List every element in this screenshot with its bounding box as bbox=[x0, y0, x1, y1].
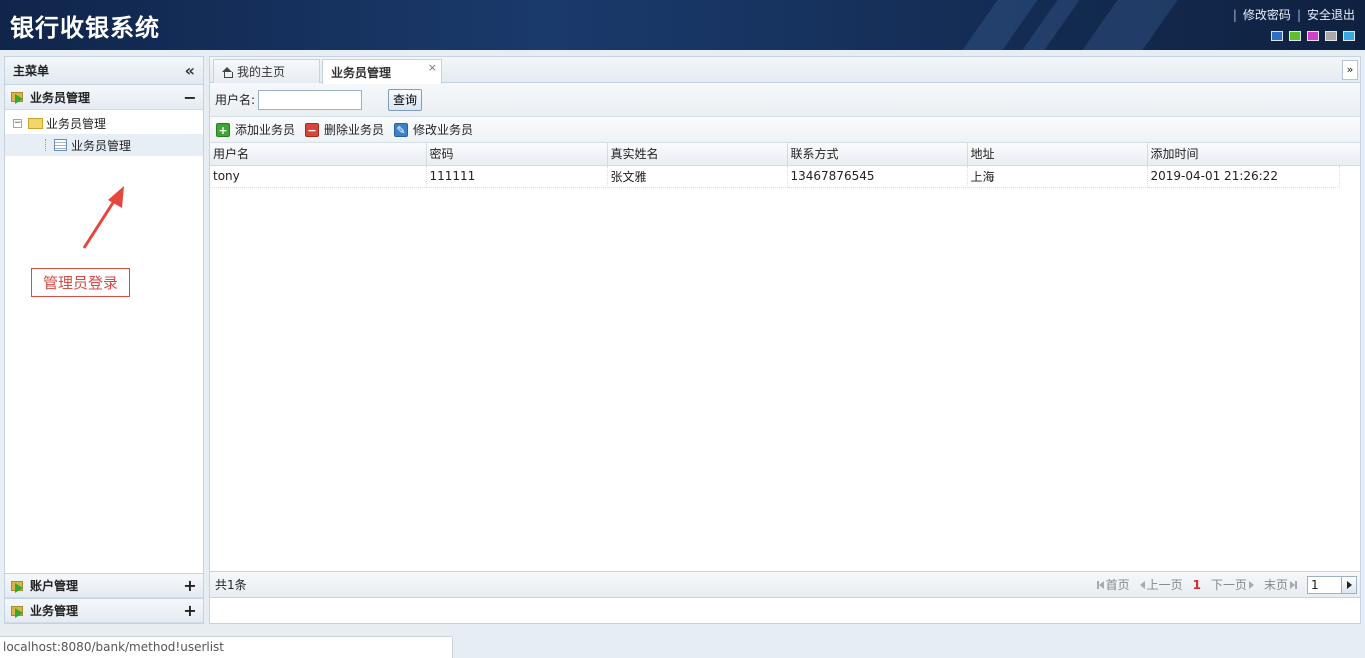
tree-folder-label: 业务员管理 bbox=[46, 116, 107, 131]
table-row[interactable]: tony 111111 张文雅 13467876545 上海 2019-04-0… bbox=[210, 165, 1340, 188]
expand-section-icon[interactable]: + bbox=[183, 601, 197, 620]
prev-page-button[interactable]: 上一页 bbox=[1139, 576, 1183, 593]
cell-added-time: 2019-04-01 21:26:22 bbox=[1147, 165, 1340, 188]
first-page-label: 首页 bbox=[1105, 578, 1130, 592]
next-page-button[interactable]: 下一页 bbox=[1211, 576, 1254, 593]
theme-switcher bbox=[1271, 31, 1355, 41]
menu-tree: − 业务员管理 业务员管理 bbox=[5, 110, 203, 156]
collapse-sidebar-icon[interactable]: « bbox=[185, 61, 195, 80]
app-title: 银行收银系统 bbox=[10, 14, 160, 42]
page-input-value: 1 bbox=[1311, 577, 1319, 592]
tree-item-salesman-management[interactable]: 业务员管理 bbox=[5, 134, 203, 156]
folder-icon bbox=[28, 117, 43, 129]
table-icon bbox=[54, 139, 67, 151]
username-search-input[interactable] bbox=[258, 89, 363, 110]
tab-salesman-management[interactable]: 业务员管理 × bbox=[322, 59, 442, 84]
theme-swatch-green[interactable] bbox=[1289, 31, 1301, 41]
edit-salesman-label: 修改业务员 bbox=[413, 123, 474, 137]
column-header-username[interactable]: 用户名 bbox=[210, 143, 427, 166]
sidebar-bottom-sections: 账户管理 + 业务管理 + bbox=[5, 573, 203, 623]
prev-page-label: 上一页 bbox=[1146, 578, 1183, 592]
salesman-table: 用户名 密码 真实姓名 联系方式 地址 添加时间 tony 111111 张文雅… bbox=[210, 143, 1360, 565]
prev-page-icon bbox=[1139, 580, 1145, 589]
page-number-input[interactable]: 1 bbox=[1307, 575, 1357, 594]
query-button[interactable]: 查询 bbox=[388, 88, 423, 111]
tab-strip: 我的主页 业务员管理 × » bbox=[210, 57, 1360, 84]
sidebar-section-salesman[interactable]: 业务员管理 − bbox=[5, 85, 203, 110]
next-page-label: 下一页 bbox=[1210, 578, 1247, 592]
cell-address: 上海 bbox=[967, 165, 1148, 188]
collapse-section-icon[interactable]: − bbox=[183, 88, 197, 107]
home-icon bbox=[222, 66, 233, 78]
close-tab-icon[interactable]: × bbox=[428, 61, 437, 74]
logout-link[interactable]: 安全退出 bbox=[1307, 8, 1355, 22]
cell-contact: 13467876545 bbox=[787, 165, 968, 188]
action-toolbar: + 添加业务员 − 删除业务员 ✎ 修改业务员 bbox=[210, 117, 1360, 143]
tree-toggle-icon[interactable]: − bbox=[13, 118, 22, 128]
table-header-filler bbox=[1339, 143, 1360, 166]
delete-salesman-label: 删除业务员 bbox=[324, 123, 385, 137]
change-password-link[interactable]: 修改密码 bbox=[1243, 8, 1291, 22]
search-bar: 用户名: 查询 bbox=[210, 83, 1360, 117]
sidebar-section-account[interactable]: 账户管理 + bbox=[5, 573, 203, 598]
tree-connector bbox=[45, 139, 46, 151]
edit-salesman-button[interactable]: ✎ 修改业务员 bbox=[394, 121, 473, 138]
section-label: 业务员管理 bbox=[30, 90, 91, 105]
expand-section-icon[interactable]: + bbox=[183, 576, 197, 595]
header-decoration bbox=[1082, 0, 1178, 50]
username-label: 用户名: bbox=[215, 93, 256, 107]
theme-swatch-pink[interactable] bbox=[1307, 31, 1319, 41]
add-icon: + bbox=[216, 122, 230, 137]
pagination-bar: 共1条 首页 上一页 1 下一页 末页 1 bbox=[210, 571, 1360, 598]
tab-label: 业务员管理 bbox=[331, 65, 392, 80]
cell-password: 111111 bbox=[426, 165, 608, 188]
tab-home[interactable]: 我的主页 bbox=[213, 59, 320, 83]
sidebar-header: 主菜单 « bbox=[5, 57, 203, 85]
edit-icon: ✎ bbox=[394, 122, 409, 137]
tree-item-label: 业务员管理 bbox=[71, 138, 132, 153]
add-salesman-label: 添加业务员 bbox=[235, 123, 296, 137]
column-header-contact[interactable]: 联系方式 bbox=[787, 143, 968, 166]
theme-swatch-cyan[interactable] bbox=[1343, 31, 1355, 41]
sidebar-title: 主菜单 bbox=[13, 64, 50, 78]
folder-arrow-icon bbox=[11, 579, 25, 593]
cell-username: tony bbox=[210, 165, 427, 188]
tabs-menu-chevron-icon[interactable]: » bbox=[1342, 60, 1358, 80]
first-page-button[interactable]: 首页 bbox=[1096, 576, 1130, 593]
sidebar-section-business[interactable]: 业务管理 + bbox=[5, 598, 203, 623]
last-page-button[interactable]: 末页 bbox=[1264, 576, 1297, 593]
go-page-icon[interactable] bbox=[1341, 576, 1356, 593]
column-header-real-name[interactable]: 真实姓名 bbox=[607, 143, 788, 166]
theme-swatch-blue[interactable] bbox=[1271, 31, 1283, 41]
tab-label: 我的主页 bbox=[237, 65, 286, 79]
header-links: | 修改密码 | 安全退出 bbox=[1232, 8, 1355, 22]
last-page-label: 末页 bbox=[1263, 578, 1288, 592]
folder-arrow-icon bbox=[11, 604, 25, 618]
theme-swatch-gray[interactable] bbox=[1325, 31, 1337, 41]
add-salesman-button[interactable]: + 添加业务员 bbox=[216, 121, 295, 138]
delete-salesman-button[interactable]: − 删除业务员 bbox=[305, 121, 384, 138]
column-header-address[interactable]: 地址 bbox=[967, 143, 1148, 166]
column-header-added-time[interactable]: 添加时间 bbox=[1147, 143, 1340, 166]
first-page-icon bbox=[1098, 580, 1104, 589]
app-header: 银行收银系统 | 修改密码 | 安全退出 bbox=[0, 0, 1365, 50]
section-label: 业务管理 bbox=[30, 604, 79, 618]
next-page-icon bbox=[1248, 580, 1254, 589]
table-header-row: 用户名 密码 真实姓名 联系方式 地址 添加时间 bbox=[210, 143, 1340, 166]
delete-icon: − bbox=[305, 122, 320, 137]
column-header-password[interactable]: 密码 bbox=[426, 143, 608, 166]
main-panel: 我的主页 业务员管理 × » 用户名: 查询 + 添加业务员 − 删除业务员 ✎… bbox=[209, 56, 1361, 624]
browser-status-url: localhost:8080/bank/method!userlist bbox=[0, 636, 453, 658]
annotation-arrow-icon bbox=[82, 186, 124, 249]
cell-real-name: 张文雅 bbox=[607, 165, 788, 188]
current-page-number: 1 bbox=[1192, 577, 1201, 592]
tree-folder-salesman[interactable]: − 业务员管理 bbox=[5, 112, 203, 134]
annotation-label: 管理员登录 bbox=[31, 268, 130, 297]
folder-arrow-icon bbox=[11, 90, 25, 104]
sidebar: 主菜单 « 业务员管理 − − 业务员管理 业务员管理 账户管理 + 业务管理 … bbox=[4, 56, 204, 624]
section-label: 账户管理 bbox=[30, 579, 79, 593]
total-count: 共1条 bbox=[215, 578, 247, 592]
